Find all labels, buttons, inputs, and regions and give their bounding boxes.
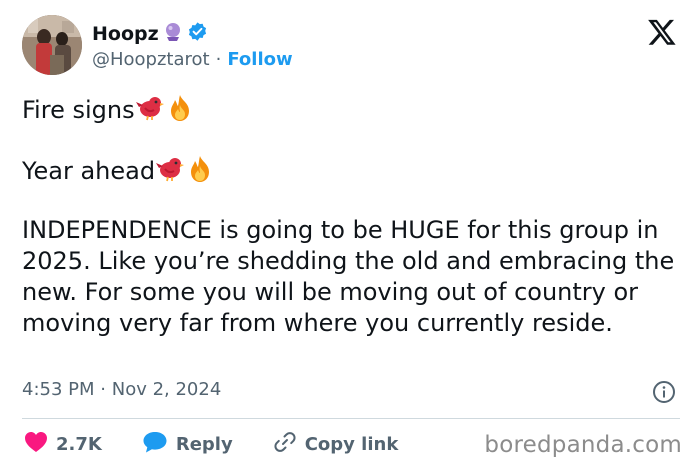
author-name[interactable]: Hoopz [92,23,159,45]
crystal-ball-icon [163,22,183,46]
tweet-paragraph: INDEPENDENCE is going to be HUGE for thi… [22,216,675,337]
separator-dot: · [215,49,222,70]
info-icon[interactable] [652,380,676,404]
copy-link-label: Copy link [304,434,399,455]
like-button[interactable]: 2.7K [24,431,102,458]
divider [22,418,680,419]
author-name-row: Hoopz [92,21,208,46]
x-logo-icon[interactable] [647,17,677,47]
heart-icon [24,431,48,458]
tweet-date: Nov 2, 2024 [111,379,222,400]
like-count: 2.7K [56,434,102,455]
avatar[interactable] [22,15,82,75]
fire-icon [165,93,195,123]
link-icon [273,430,297,459]
tweet-line-2-text: Year ahead [22,157,156,185]
verified-badge-icon [187,21,208,46]
red-bird-icon [155,154,185,184]
watermark: boredpanda.com [484,432,682,458]
reply-label: Reply [175,434,233,455]
author-handle-row: @Hoopztarot · Follow [92,49,293,70]
follow-button[interactable]: Follow [227,49,292,70]
copy-link-button[interactable]: Copy link [273,430,399,459]
tweet-line-2: Year ahead [22,154,215,187]
action-bar: 2.7K Reply Copy link [24,430,438,459]
speech-bubble-icon [142,430,168,459]
fire-icon [185,154,215,184]
timestamp-separator: · [100,379,106,400]
red-bird-icon [135,93,165,123]
reply-button[interactable]: Reply [142,430,233,459]
tweet-timestamp[interactable]: 4:53 PM · Nov 2, 2024 [22,379,221,400]
tweet-time: 4:53 PM [22,379,95,400]
tweet-line-1: Fire signs [22,93,195,126]
tweet-line-1-text: Fire signs [22,96,135,124]
author-handle[interactable]: @Hoopztarot [92,49,210,70]
